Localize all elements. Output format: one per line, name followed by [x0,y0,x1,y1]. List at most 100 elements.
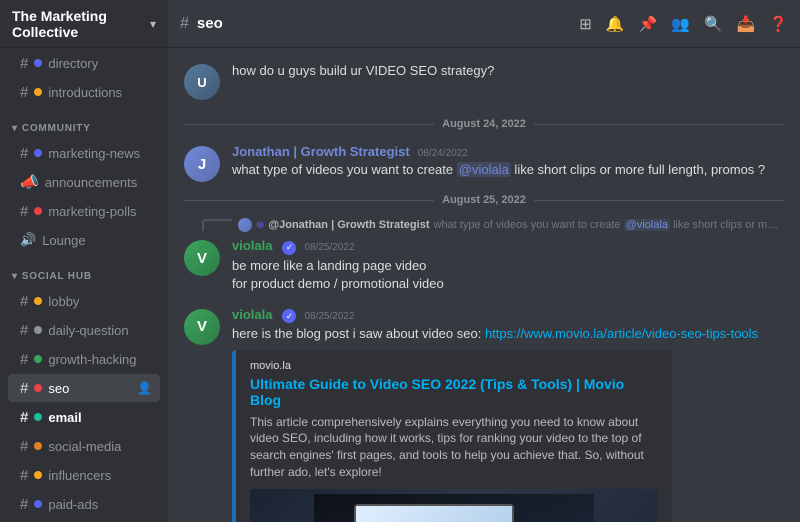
embed-image: Video SEO [250,489,658,522]
section-header-social-hub[interactable]: ▾ SOCIAL HUB [0,255,168,286]
channel-list: # directory # introductions ▾ COMMUNITY … [0,48,168,522]
embed-description: This article comprehensively explains ev… [250,414,658,481]
laptop-screen: Video SEO [354,504,514,522]
channel-label: daily-question [48,323,128,338]
reply-username: @Jonathan | Growth Strategist [268,219,429,231]
search-icon[interactable]: 🔍 [704,15,723,33]
message-content-violala-link: violala ✓ 08/25/2022 here is the blog po… [232,307,784,522]
message-header: violala ✓ 08/25/2022 [232,307,784,324]
notification-icon[interactable]: 🔔 [606,15,625,33]
section-collapse-icon: ▾ [12,271,18,282]
server-header[interactable]: The Marketing Collective ▾ [0,0,168,48]
channel-dot [34,149,42,157]
reply-indicator: ⊛ @Jonathan | Growth Strategist what typ… [184,218,784,232]
channel-label: email [48,410,81,425]
mention-violala[interactable]: @violala [457,162,511,177]
sidebar-item-social-media[interactable]: # social-media [8,432,160,460]
msg-text-before-mention: what type of videos you want to create [232,162,457,177]
date-label: August 24, 2022 [442,118,526,130]
hash-icon: # [20,438,28,455]
embed-title[interactable]: Ultimate Guide to Video SEO 2022 (Tips &… [250,376,658,408]
section-label: SOCIAL HUB [22,271,92,282]
channel-label: social-media [48,439,121,454]
sidebar-item-daily-question[interactable]: # daily-question [8,316,160,344]
avatar-violala: V [184,240,220,276]
channel-dot [34,297,42,305]
sidebar-item-marketing-polls[interactable]: # marketing-polls [8,197,160,225]
reply-preview-text: what type of videos you want to create @… [434,219,784,231]
channel-dot [34,442,42,450]
divider-line [534,200,784,201]
sidebar-item-paid-ads[interactable]: # paid-ads [8,490,160,518]
sidebar-item-marketing-news[interactable]: # marketing-news [8,139,160,167]
message-text-link: here is the blog post i saw about video … [232,325,784,343]
sidebar: The Marketing Collective ▾ # directory #… [0,0,168,522]
hash-icon: # [20,84,28,101]
sidebar-item-email[interactable]: # email [8,403,160,431]
speaker-icon: 🔊 [20,232,36,248]
reply-at-icon: ⊛ [256,220,264,231]
section-header-community[interactable]: ▾ COMMUNITY [0,107,168,138]
reply-content: ⊛ @Jonathan | Growth Strategist what typ… [238,218,784,232]
divider-line [184,124,434,125]
channel-dot [34,59,42,67]
hash-icon: # [20,55,28,72]
sidebar-item-lounge[interactable]: 🔊 Lounge [8,226,160,254]
sidebar-item-growth-hacking[interactable]: # growth-hacking [8,345,160,373]
message-header: violala ✓ 08/25/2022 [232,238,784,255]
movio-link[interactable]: https://www.movio.la/article/video-seo-t… [485,326,758,341]
channel-label: seo [48,381,69,396]
channel-dot [34,326,42,334]
embed-card: movio.la Ultimate Guide to Video SEO 202… [232,350,672,522]
sidebar-item-influencers[interactable]: # influencers [8,461,160,489]
messages-container: U how do u guys build ur VIDEO SEO strat… [168,48,800,522]
channel-hash-icon: # [180,15,189,33]
channel-label: directory [48,56,98,71]
members-icon[interactable]: 👥 [671,15,690,33]
msg-text-before-link: here is the blog post i saw about video … [232,326,485,341]
message-header: Jonathan | Growth Strategist 08/24/2022 [232,144,784,159]
channel-label: introductions [48,85,122,100]
avatar: U [184,64,220,100]
channel-label: Lounge [42,233,85,248]
divider-line [534,124,784,125]
channel-dot [34,384,42,392]
avatar-violala-2: V [184,309,220,345]
date-divider-aug25: August 25, 2022 [184,194,784,206]
message-content-jonathan: Jonathan | Growth Strategist 08/24/2022 … [232,144,784,182]
username-jonathan: Jonathan | Growth Strategist [232,144,410,159]
channel-dot [34,471,42,479]
channel-dot [34,88,42,96]
message-text-violala-1: be more like a landing page video [232,257,784,275]
help-icon[interactable]: ❓ [769,15,788,33]
verified-badge: ✓ [282,241,296,255]
hash-icon: # [20,409,28,426]
topbar-channel-name: seo [197,15,223,32]
inbox-icon[interactable]: 📥 [737,15,756,33]
avatar-jonathan: J [184,146,220,182]
hash-icon: # [20,322,28,339]
sidebar-item-introductions[interactable]: # introductions [8,78,160,106]
divider-line [184,200,434,201]
hash-icon: # [20,380,28,397]
sidebar-item-lobby[interactable]: # lobby [8,287,160,315]
channel-label: lobby [48,294,79,309]
topbar-actions: ⊞ 🔔 📌 👥 🔍 📥 ❓ [579,15,788,33]
msg-text-after-mention: like short clips or more full length, pr… [511,162,765,177]
server-name: The Marketing Collective [12,8,150,40]
pin-icon[interactable]: 📌 [639,15,658,33]
channel-label: marketing-polls [48,204,136,219]
laptop-illustration: Video SEO [314,494,594,522]
message-text-jonathan: what type of videos you want to create @… [232,161,784,179]
hashtag-icon[interactable]: ⊞ [579,15,592,33]
user-add-icon[interactable]: 👤 [137,381,152,395]
message-group-violala: V violala ✓ 08/25/2022 be more like a la… [184,236,784,295]
screen-content: Video SEO [356,506,512,522]
sidebar-item-announcements[interactable]: 📣 announcements [8,168,160,196]
sidebar-item-directory[interactable]: # directory [8,49,160,77]
channel-label: marketing-news [48,146,140,161]
sidebar-item-seo[interactable]: # seo 👤 [8,374,160,402]
embed-image-background: Video SEO [250,489,658,522]
message-text-violala-2: for product demo / promotional video [232,275,784,293]
message-timestamp-2: 08/25/2022 [304,311,354,322]
